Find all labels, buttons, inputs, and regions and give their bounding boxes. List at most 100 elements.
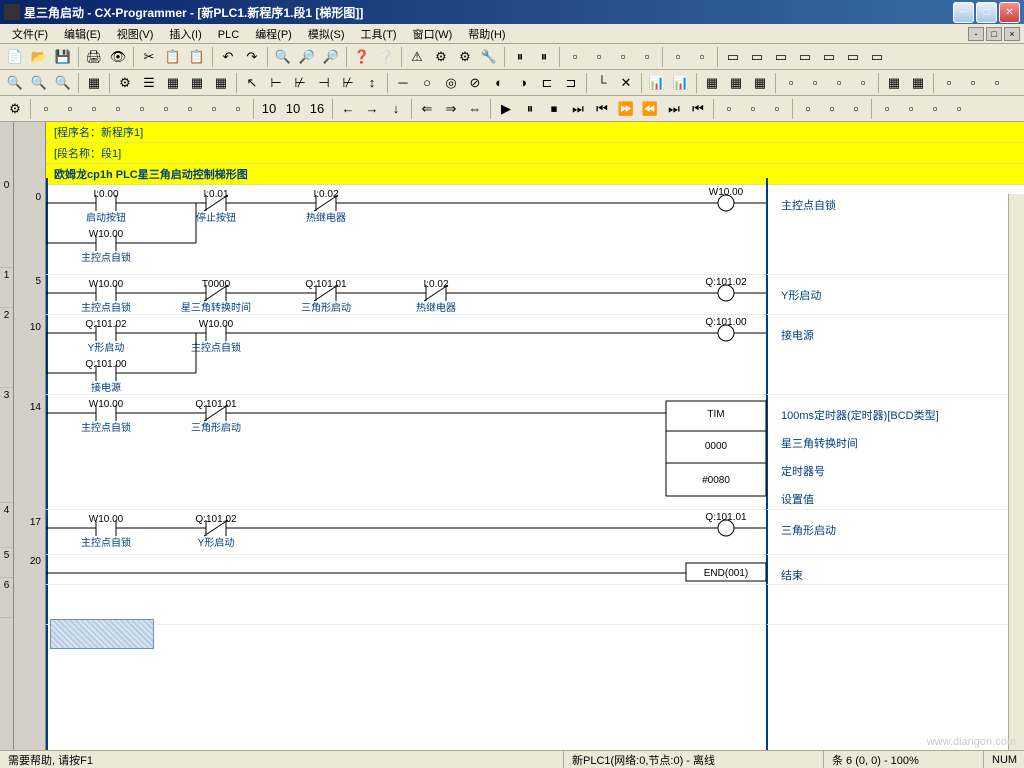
toolbar-button[interactable]: 🔎: [320, 46, 342, 68]
toolbar-button[interactable]: ▫: [742, 98, 764, 120]
menu-item[interactable]: 帮助(H): [460, 27, 513, 43]
toolbar-button[interactable]: ⏮: [687, 98, 709, 120]
toolbar-button[interactable]: ✕: [615, 72, 637, 94]
toolbar-button[interactable]: ◑: [512, 72, 534, 94]
toolbar-button[interactable]: 💾: [52, 46, 74, 68]
toolbar-button[interactable]: ▫: [667, 46, 689, 68]
toolbar-button[interactable]: ▫: [962, 72, 984, 94]
toolbar-button[interactable]: ⏮: [591, 98, 613, 120]
contact[interactable]: W10.00 主控点自锁: [191, 319, 296, 354]
toolbar-button[interactable]: ▦: [83, 72, 105, 94]
coil[interactable]: Q:101.01: [705, 512, 766, 536]
toolbar-button[interactable]: ✂: [138, 46, 160, 68]
toolbar-button[interactable]: 10: [258, 98, 280, 120]
toolbar-button[interactable]: ▫: [107, 98, 129, 120]
toolbar-button[interactable]: ▫: [845, 98, 867, 120]
toolbar-button[interactable]: 📄: [4, 46, 26, 68]
toolbar-button[interactable]: ▫: [924, 98, 946, 120]
toolbar-button[interactable]: 🔍: [28, 72, 50, 94]
toolbar-button[interactable]: ⏩: [615, 98, 637, 120]
toolbar-button[interactable]: 📊: [670, 72, 692, 94]
toolbar-button[interactable]: └: [591, 72, 613, 94]
toolbar-button[interactable]: ▦: [162, 72, 184, 94]
toolbar-button[interactable]: ▫: [155, 98, 177, 120]
toolbar-button[interactable]: ▫: [876, 98, 898, 120]
menu-item[interactable]: 编辑(E): [56, 27, 109, 43]
toolbar-button[interactable]: ▫: [131, 98, 153, 120]
toolbar-button[interactable]: ▫: [564, 46, 586, 68]
menu-item[interactable]: 插入(I): [161, 27, 209, 43]
toolbar-button[interactable]: ▫: [227, 98, 249, 120]
toolbar-button[interactable]: ▫: [938, 72, 960, 94]
contact[interactable]: Q:101.02 Y形启动: [195, 514, 296, 549]
toolbar-button[interactable]: ↶: [217, 46, 239, 68]
toolbar-button[interactable]: ▦: [701, 72, 723, 94]
ladder-rung[interactable]: W10.00 主控点自锁 Q:101.02 Y形启动 Q:101.01 三角形启…: [46, 510, 1024, 555]
toolbar-button[interactable]: ▫: [203, 98, 225, 120]
toolbar-button[interactable]: ▭: [794, 46, 816, 68]
toolbar-button[interactable]: ▫: [821, 98, 843, 120]
toolbar-button[interactable]: ▭: [746, 46, 768, 68]
contact[interactable]: I:0.02 热继电器: [416, 279, 516, 314]
ladder-rung[interactable]: Q:101.02 Y形启动 W10.00 主控点自锁 Q:101.00 接电源 …: [46, 315, 1024, 395]
toolbar-button[interactable]: ▫: [59, 98, 81, 120]
mdi-close-button[interactable]: ×: [1004, 27, 1020, 41]
close-button[interactable]: ✕: [999, 2, 1020, 23]
toolbar-button[interactable]: ▫: [718, 98, 740, 120]
toolbar-button[interactable]: ▭: [770, 46, 792, 68]
contact[interactable]: W10.00 主控点自锁: [81, 279, 186, 314]
toolbar-button[interactable]: 🔍: [272, 46, 294, 68]
toolbar-button[interactable]: ▫: [797, 98, 819, 120]
toolbar-button[interactable]: ▭: [866, 46, 888, 68]
ladder-rung[interactable]: END(001) 结束: [46, 555, 1024, 585]
toolbar-button[interactable]: ▫: [179, 98, 201, 120]
contact[interactable]: W10.00 主控点自锁: [81, 229, 186, 264]
toolbar-button[interactable]: 📂: [28, 46, 50, 68]
toolbar-button[interactable]: 🖨: [83, 46, 105, 68]
toolbar-button[interactable]: ▫: [780, 72, 802, 94]
toolbar-button[interactable]: ⇒: [440, 98, 462, 120]
toolbar-button[interactable]: 16: [306, 98, 328, 120]
toolbar-button[interactable]: ⏭: [567, 98, 589, 120]
contact[interactable]: Q:101.01 三角形启动: [301, 279, 406, 314]
toolbar-button[interactable]: 🔍: [4, 72, 26, 94]
toolbar-button[interactable]: ❓: [351, 46, 373, 68]
toolbar-button[interactable]: ⊘: [464, 72, 486, 94]
contact[interactable]: Q:101.01 三角形启动: [191, 399, 296, 434]
toolbar-button[interactable]: ⊐: [560, 72, 582, 94]
toolbar-button[interactable]: 📋: [162, 46, 184, 68]
toolbar-button[interactable]: ▫: [636, 46, 658, 68]
toolbar-button[interactable]: ⇐: [416, 98, 438, 120]
toolbar-button[interactable]: ⏸: [519, 98, 541, 120]
toolbar-button[interactable]: ⏹: [543, 98, 565, 120]
toolbar-button[interactable]: ⏸: [533, 46, 555, 68]
toolbar-button[interactable]: ↷: [241, 46, 263, 68]
contact[interactable]: I:0.00 启动按钮: [86, 189, 186, 224]
toolbar-button[interactable]: →: [361, 98, 383, 120]
toolbar-button[interactable]: ↕: [361, 72, 383, 94]
ladder-rung[interactable]: W10.00 主控点自锁 T0000 星三角转换时间 Q:101.01 三角形启…: [46, 275, 1024, 315]
toolbar-button[interactable]: ▦: [749, 72, 771, 94]
toolbar-button[interactable]: ▫: [612, 46, 634, 68]
toolbar-button[interactable]: ⏸: [509, 46, 531, 68]
toolbar-button[interactable]: ▫: [691, 46, 713, 68]
toolbar-button[interactable]: 🔎: [296, 46, 318, 68]
maximize-button[interactable]: □: [976, 2, 997, 23]
toolbar-button[interactable]: ⊣: [313, 72, 335, 94]
toolbar-button[interactable]: ▶: [495, 98, 517, 120]
toolbar-button[interactable]: ⚙: [430, 46, 452, 68]
toolbar-button[interactable]: ▫: [804, 72, 826, 94]
toolbar-button[interactable]: ▫: [83, 98, 105, 120]
toolbar-button[interactable]: ⊬: [337, 72, 359, 94]
toolbar-button[interactable]: ▫: [588, 46, 610, 68]
menu-item[interactable]: 模拟(S): [300, 27, 353, 43]
toolbar-button[interactable]: ▫: [948, 98, 970, 120]
toolbar-button[interactable]: ▫: [828, 72, 850, 94]
menu-item[interactable]: 视图(V): [109, 27, 162, 43]
toolbar-button[interactable]: ⚙: [454, 46, 476, 68]
toolbar-button[interactable]: ❔: [375, 46, 397, 68]
menu-item[interactable]: 文件(F): [4, 27, 56, 43]
toolbar-button[interactable]: ⏭: [663, 98, 685, 120]
toolbar-button[interactable]: 🔧: [478, 46, 500, 68]
toolbar-button[interactable]: 👁: [107, 46, 129, 68]
